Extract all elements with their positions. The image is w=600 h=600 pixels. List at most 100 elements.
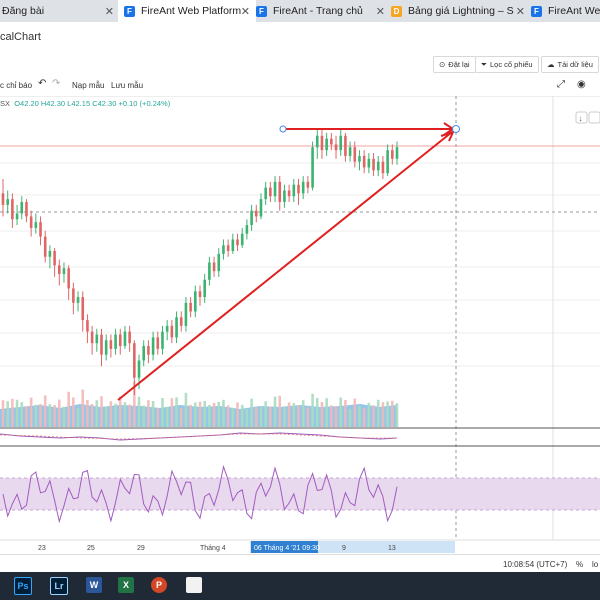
tab-title: FireAnt - Trang chủ: [273, 5, 363, 17]
volume-bar: [208, 405, 211, 427]
lightroom-icon[interactable]: Lr: [50, 577, 68, 595]
status-bar: 10:08:54 (UTC+7) % lo: [0, 554, 600, 573]
filter-stocks-button[interactable]: ⏷ Lọc cổ phiếu: [475, 56, 539, 73]
candle-body: [269, 187, 272, 197]
excel-icon[interactable]: X: [118, 577, 134, 593]
candle-body: [198, 291, 202, 298]
chart-toolbar: c chỉ báo ↶ ↷ Nạp mẫu Lưu mẫu ⤢ ◉: [0, 76, 600, 97]
reset-icon: ⊙: [439, 60, 446, 69]
undo-icon[interactable]: ↶: [38, 78, 46, 89]
log-toggle[interactable]: lo: [592, 560, 598, 569]
volume-bar: [15, 399, 19, 427]
volume-bar: [250, 398, 253, 427]
volume-bar: [226, 405, 230, 427]
camera-icon[interactable]: ◉: [577, 79, 586, 90]
volume-bar: [57, 399, 61, 427]
indicators-button[interactable]: c chỉ báo: [0, 81, 32, 90]
word-icon[interactable]: W: [86, 577, 102, 593]
volume-bar: [376, 399, 380, 427]
close-icon[interactable]: ✕: [105, 5, 114, 18]
candle-body: [100, 334, 103, 355]
volume-bar: [123, 402, 127, 427]
tab-bang-gia-lightning[interactable]: D Bảng giá Lightning – S ✕: [385, 0, 531, 22]
tab-title: Bảng giá Lightning – S: [408, 5, 514, 17]
save-template-button[interactable]: Lưu mẫu: [111, 81, 143, 90]
candle-body: [72, 288, 75, 303]
volume-bar: [231, 407, 235, 427]
volume-bar: [175, 397, 178, 427]
candle-body: [245, 225, 249, 234]
volume-bar: [292, 403, 296, 427]
fullscreen-icon[interactable]: ⤢: [557, 79, 565, 90]
volume-bar: [348, 408, 352, 427]
volume-bar: [189, 404, 192, 427]
download-label: Tải dữ liệu: [557, 60, 593, 69]
candle-body: [348, 147, 352, 156]
candle-body: [43, 236, 47, 257]
candle-body: [217, 253, 221, 272]
volume-bar: [128, 404, 131, 427]
candle-body: [311, 147, 314, 188]
volume-bar: [11, 398, 14, 427]
candle-body: [161, 331, 164, 349]
candle-body: [362, 155, 366, 168]
load-template-button[interactable]: Nạp mẫu: [72, 81, 104, 90]
tab-fireant-web[interactable]: F FireAnt Web: [525, 0, 600, 22]
candle-body: [334, 144, 338, 151]
tick-label: 29: [137, 545, 145, 552]
volume-bar: [395, 403, 399, 427]
volume-bar: [118, 396, 122, 427]
candle-body: [175, 317, 178, 338]
candle-body: [367, 158, 371, 168]
candle-body: [376, 161, 380, 171]
volume-bar: [320, 402, 324, 427]
volume-bar: [109, 401, 113, 427]
volume-bar: [372, 405, 375, 427]
candle-body: [114, 334, 117, 349]
tab-fireant-web-platform[interactable]: F FireAnt Web Platform ✕: [118, 0, 256, 22]
reset-button[interactable]: ⊙ Đặt lại: [433, 56, 476, 73]
candle-body: [25, 202, 28, 217]
volume-bar: [353, 398, 357, 427]
candle-body: [226, 245, 230, 251]
volume-bar: [358, 405, 361, 427]
redo-icon[interactable]: ↷: [52, 78, 60, 89]
volume-bar: [179, 407, 183, 427]
app-toolbar: ⊙ Đặt lại ⏷ Lọc cổ phiếu ☁ Tải dữ liệu: [0, 52, 600, 77]
candle-body: [95, 334, 99, 344]
percent-toggle[interactable]: %: [576, 560, 583, 569]
app-icon[interactable]: [186, 577, 202, 593]
candle-body: [147, 346, 150, 355]
tab-fireant-trang-chu[interactable]: F FireAnt - Trang chủ ✕: [250, 0, 391, 22]
chart-grid: [0, 162, 600, 367]
powerpoint-icon[interactable]: P: [151, 577, 167, 593]
candle-body: [137, 360, 141, 378]
settings-button: [588, 111, 600, 124]
volume-bar: [86, 400, 89, 427]
price-chart[interactable]: ↓ 06 Tháng 4 '21 09:30 23 25 29 Tháng 4 …: [0, 96, 600, 554]
volume-bar: [170, 398, 174, 427]
candle-body: [386, 150, 389, 174]
arrow-down-icon: ↓: [579, 114, 583, 123]
volume-bar: [62, 406, 66, 427]
volume-bar: [240, 404, 244, 427]
photoshop-icon[interactable]: Ps: [14, 577, 32, 595]
volume-bar: [259, 406, 263, 427]
reset-label: Đặt lại: [448, 60, 470, 69]
download-data-button[interactable]: ☁ Tải dữ liệu: [541, 56, 599, 73]
os-taskbar: Ps Lr W X P: [0, 572, 600, 600]
close-icon[interactable]: ✕: [241, 5, 250, 18]
close-icon[interactable]: ✕: [516, 5, 525, 18]
volume-bar: [81, 389, 85, 427]
candle-body: [222, 245, 225, 254]
candle-body: [315, 135, 319, 148]
volume-bar: [367, 402, 371, 427]
tab-dang-bai[interactable]: Đăng bài ✕: [0, 0, 120, 22]
close-icon[interactable]: ✕: [376, 5, 385, 18]
candle-body: [273, 181, 277, 197]
volume-bar: [34, 404, 38, 427]
trend-arrow-drawing: [117, 122, 460, 401]
volume-bar: [6, 401, 9, 427]
candle-body: [292, 184, 296, 197]
candle-body: [151, 337, 155, 355]
